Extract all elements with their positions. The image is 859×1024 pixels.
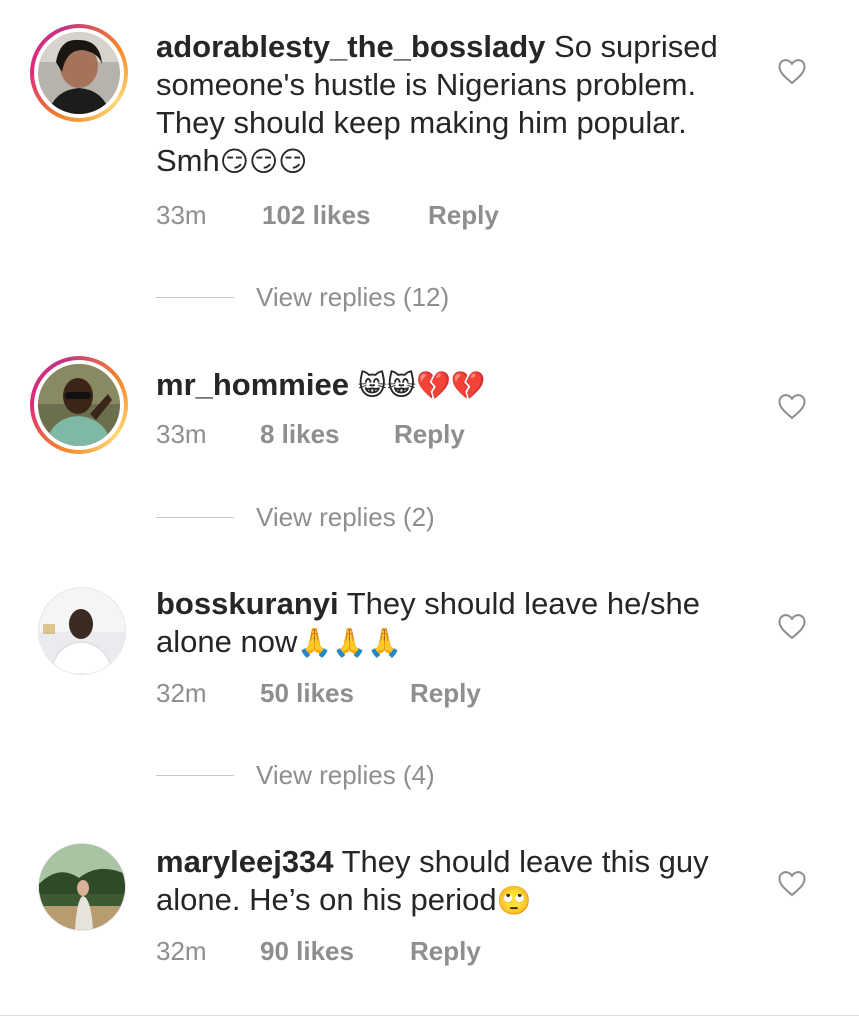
comment-username[interactable]: bosskuranyi — [156, 586, 339, 621]
comment-username[interactable]: adorablesty_the_bosslady — [156, 29, 545, 64]
comment-text: bosskuranyi They should leave he/she alo… — [156, 585, 756, 662]
view-replies-button[interactable]: View replies (2) — [156, 502, 556, 532]
reply-button[interactable]: Reply — [410, 678, 481, 708]
comment-time: 33m — [156, 200, 207, 230]
view-replies-label: View replies (2) — [256, 502, 435, 532]
heart-outline-icon[interactable] — [777, 869, 807, 897]
comment-time: 33m — [156, 419, 207, 449]
comment-emoji: 🙏🙏🙏 — [297, 626, 402, 659]
comment-text: mr_hommiee 😸😸💔💔 — [156, 366, 756, 405]
reply-button[interactable]: Reply — [428, 200, 499, 230]
view-replies-button[interactable]: View replies (4) — [156, 760, 556, 790]
view-replies-button[interactable]: View replies (12) — [156, 282, 556, 312]
comment-emoji: 😏😏😏 — [219, 145, 308, 178]
avatar[interactable] — [38, 587, 126, 675]
comment-time: 32m — [156, 936, 207, 966]
view-replies-label: View replies (4) — [256, 760, 435, 790]
story-ring[interactable] — [30, 356, 128, 454]
comment-time: 32m — [156, 678, 207, 708]
avatar[interactable] — [38, 843, 126, 931]
comment-likes[interactable]: 50 likes — [260, 678, 354, 708]
avatar — [38, 32, 120, 114]
view-replies-label: View replies (12) — [256, 282, 450, 312]
comment-username[interactable]: maryleej334 — [156, 844, 334, 879]
divider — [156, 775, 234, 776]
comment-emoji: 😸😸💔💔 — [357, 369, 486, 402]
avatar — [38, 364, 120, 446]
divider — [0, 1015, 859, 1016]
comment-text: adorablesty_the_bosslady So suprised som… — [156, 28, 756, 181]
reply-button[interactable]: Reply — [410, 936, 481, 966]
heart-outline-icon[interactable] — [777, 612, 807, 640]
divider — [156, 517, 234, 518]
comment-emoji: 🙄 — [496, 884, 532, 917]
heart-outline-icon[interactable] — [777, 392, 807, 420]
comment-username[interactable]: mr_hommiee — [156, 367, 349, 402]
comment-likes[interactable]: 8 likes — [260, 419, 340, 449]
comment-text: maryleej334 They should leave this guy a… — [156, 843, 756, 920]
comment-likes[interactable]: 102 likes — [262, 200, 370, 230]
story-ring[interactable] — [30, 24, 128, 122]
comment-likes[interactable]: 90 likes — [260, 936, 354, 966]
reply-button[interactable]: Reply — [394, 419, 465, 449]
heart-outline-icon[interactable] — [777, 57, 807, 85]
divider — [156, 297, 234, 298]
